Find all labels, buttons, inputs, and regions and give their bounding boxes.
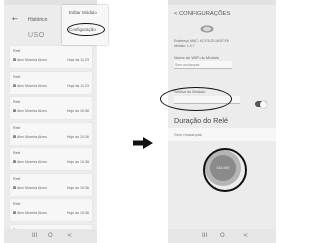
menu-item-edit-module[interactable]: Editar Módulo (69, 10, 97, 15)
relay-duration-select[interactable]: Sem mudanças (168, 128, 276, 141)
list-item-user: Alex Moreira Alves (13, 186, 47, 190)
home-icon[interactable]: O (48, 232, 53, 240)
list-item-time: Hoje às 10:36 (66, 109, 89, 113)
list-item[interactable]: Relé Alex Moreira Alves Hoje às 10:36 (10, 122, 92, 145)
list-item-user-name: Alex Moreira Alves (17, 185, 47, 190)
tab-uso[interactable]: USO (28, 32, 45, 39)
overflow-menu: Editar Módulo Configuração (62, 5, 108, 45)
list-item-title: Relé (13, 202, 21, 206)
home-icon[interactable]: O (220, 232, 225, 240)
list-item-user: Alex Moreira Alves (13, 58, 47, 62)
list-item-time: Hoje às 11:23 (67, 58, 89, 62)
back-icon[interactable]: < (243, 232, 248, 240)
back-arrow-icon[interactable]: ← (12, 15, 18, 23)
list-item-time: Hoje às 10:36 (66, 160, 89, 164)
recent-apps-icon[interactable]: III (32, 232, 37, 240)
password-toggle[interactable] (255, 100, 267, 108)
list-item-time: Hoje às 11:23 (67, 83, 89, 88)
list-item-user-name: Alex Moreira Alves (17, 134, 47, 139)
list-item-user: Alex Moreira Alves (13, 160, 47, 164)
list-item-time: Hoje às 10:36 (66, 185, 89, 190)
list-item[interactable]: Relé Alex Moreira Alves Hoje às 10:36 (10, 199, 92, 221)
android-nav-bar: III O < (4, 229, 97, 243)
highlight-oval (203, 148, 247, 192)
firmware-version: Versão: 1.0.7 (174, 44, 195, 48)
list-item-user: Alex Moreira Alves (13, 211, 47, 215)
list-item[interactable]: Relé Alex Moreira Alves Hoje às 11:23 (10, 46, 92, 68)
list-item-title: Relé (13, 125, 21, 130)
user-icon (13, 185, 16, 189)
list-item-title: Relé (13, 49, 21, 53)
brand-logo-icon (200, 25, 214, 33)
user-icon (13, 58, 16, 62)
list-item-user-name: Alex Moreira Alves (17, 58, 47, 62)
list-item-user-name: Alex Moreira Alves (17, 211, 47, 215)
list-item[interactable]: Relé Alex Moreira Alves Hoje às 10:36 (10, 173, 92, 196)
relay-duration-title: Duração do Relé (174, 116, 228, 125)
list-item[interactable]: Relé Alex Moreira Alves Hoje às 10:36 (10, 97, 92, 119)
list-item-user-name: Alex Moreira Alves (17, 83, 47, 88)
user-icon (13, 134, 16, 138)
list-item-user: Alex Moreira Alves (13, 135, 47, 139)
list-item-user-name: Alex Moreira Alves (17, 109, 47, 113)
list-item-time: Hoje às 10:36 (66, 211, 89, 215)
list-item-title: Relé (13, 74, 21, 79)
wifi-name-input[interactable]: Sem mudanças (174, 61, 232, 69)
user-icon (13, 83, 16, 87)
list-item-user: Alex Moreira Alves (13, 84, 47, 88)
android-nav-bar: III O < (168, 229, 276, 243)
highlight-oval (67, 23, 105, 36)
user-icon (13, 160, 16, 164)
list-item-user: Alex Moreira Alves (13, 109, 47, 113)
settings-screen: < CONFIGURAÇÕES Endereço MAC: 4C:F3:22:1… (168, 0, 276, 243)
list-item-title: Relé (13, 100, 21, 104)
user-icon (13, 211, 16, 215)
list-item[interactable]: Relé Alex Moreira Alves Hoje às 11:23 (10, 71, 92, 94)
page-title[interactable]: < CONFIGURAÇÕES (174, 11, 230, 17)
list-item-title: Relé (13, 151, 21, 155)
wifi-name-label: Nome do WiFi do Módulo (174, 55, 220, 60)
right-arrow-icon (133, 137, 153, 149)
back-icon[interactable]: < (67, 232, 72, 240)
list-item[interactable]: Relé Alex Moreira Alves Hoje às 10:36 (10, 148, 92, 170)
list-item-title: Relé (13, 176, 21, 181)
highlight-oval (160, 87, 232, 111)
list-item-time: Hoje às 10:36 (66, 134, 89, 139)
toggle-knob (260, 100, 267, 108)
mac-address: Endereço MAC: 4C:F3:22:18:57:F6 (174, 39, 229, 43)
list-item-user-name: Alex Moreira Alves (17, 160, 47, 164)
status-bar (168, 0, 276, 5)
page-title: Histórico (28, 17, 48, 23)
user-icon (13, 109, 16, 113)
recent-apps-icon[interactable]: III (202, 232, 207, 240)
